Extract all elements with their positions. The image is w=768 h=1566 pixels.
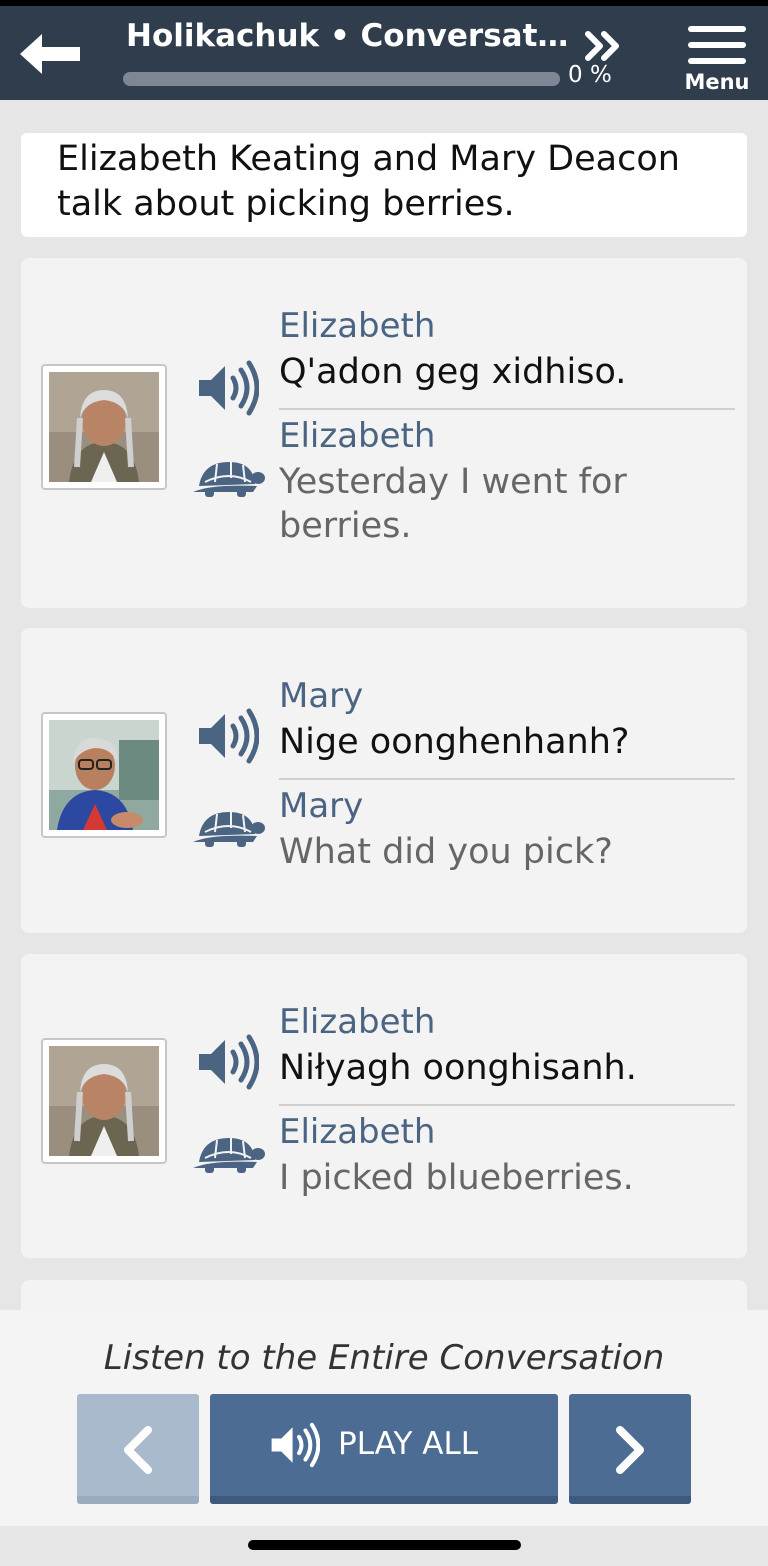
speaker-avatar-mary: [41, 712, 167, 838]
play-slow-audio-button[interactable]: [191, 456, 265, 500]
divider: [279, 1104, 735, 1106]
divider: [279, 778, 735, 780]
speaker-icon: [199, 708, 260, 764]
mary-photo: [49, 720, 159, 830]
speaker-icon: [271, 1422, 320, 1468]
translation-speaker-name: Mary: [279, 786, 364, 826]
native-sentence: Q'adon geg xidhiso.: [279, 352, 627, 392]
play-all-label: PLAY ALL: [338, 1426, 479, 1462]
play-all-button[interactable]: PLAY ALL: [210, 1394, 558, 1504]
native-sentence: Niłyagh oonghisanh.: [279, 1048, 637, 1088]
play-slow-audio-button[interactable]: [191, 806, 265, 850]
speaker-avatar-elizabeth: [41, 1038, 167, 1164]
previous-button[interactable]: [77, 1394, 199, 1504]
speaker-icon: [199, 360, 260, 416]
play-native-audio-button[interactable]: [197, 708, 260, 764]
speaker-name: Mary: [279, 676, 364, 716]
home-indicator[interactable]: [248, 1540, 521, 1550]
turtle-icon: [193, 812, 265, 847]
playback-footer: Listen to the Entire Conversation PLAY A…: [0, 1310, 768, 1526]
turtle-icon: [193, 1138, 265, 1173]
top-bar: Holikachuk • Conversatio... 0 % Menu: [0, 0, 768, 100]
play-native-audio-button[interactable]: [197, 1034, 260, 1090]
elizabeth-photo: [49, 372, 159, 482]
divider: [279, 408, 735, 410]
chevron-left-icon: [124, 1426, 152, 1474]
native-sentence: Nige oonghenhanh?: [279, 722, 630, 762]
translation-speaker-name: Elizabeth: [279, 416, 436, 456]
progress-bar: [123, 72, 560, 86]
conversation-content[interactable]: Elizabeth Keating and Mary Deacon talk a…: [0, 100, 768, 1310]
progress-percent: 0 %: [568, 62, 612, 88]
conversation-line-card: Elizabeth Niłyagh oonghisanh. Elizabeth …: [21, 954, 747, 1258]
next-button[interactable]: [569, 1394, 691, 1504]
english-translation: Yesterday I went for berries.: [279, 462, 627, 546]
speaker-name: Elizabeth: [279, 1002, 436, 1042]
speaker-name: Elizabeth: [279, 306, 436, 346]
home-indicator-area: [0, 1526, 768, 1566]
chevron-right-icon: [616, 1426, 644, 1474]
english-translation: What did you pick?: [279, 832, 613, 872]
conversation-description: Elizabeth Keating and Mary Deacon talk a…: [21, 133, 747, 237]
translation-speaker-name: Elizabeth: [279, 1112, 436, 1152]
speaker-avatar-elizabeth: [41, 364, 167, 490]
back-button[interactable]: [16, 28, 86, 82]
english-translation: I picked blueberries.: [279, 1158, 634, 1198]
conversation-line-card: [21, 1280, 747, 1310]
play-native-audio-button[interactable]: [197, 360, 260, 416]
conversation-line-card: Elizabeth Q'adon geg xidhiso. Elizabeth …: [21, 258, 747, 608]
skip-forward-icon[interactable]: [584, 26, 624, 66]
conversation-line-card: Mary Nige oonghenhanh? Mary What did you…: [21, 628, 747, 933]
hamburger-icon: [688, 26, 746, 64]
speaker-icon: [199, 1034, 260, 1090]
menu-label: Menu: [684, 70, 750, 94]
turtle-icon: [193, 462, 265, 497]
lesson-title: Holikachuk • Conversatio...: [126, 18, 576, 54]
elizabeth-photo: [49, 1046, 159, 1156]
listen-label: Listen to the Entire Conversation: [103, 1338, 665, 1378]
back-arrow-icon: [20, 34, 80, 74]
menu-button[interactable]: Menu: [680, 22, 754, 98]
play-slow-audio-button[interactable]: [191, 1132, 265, 1176]
